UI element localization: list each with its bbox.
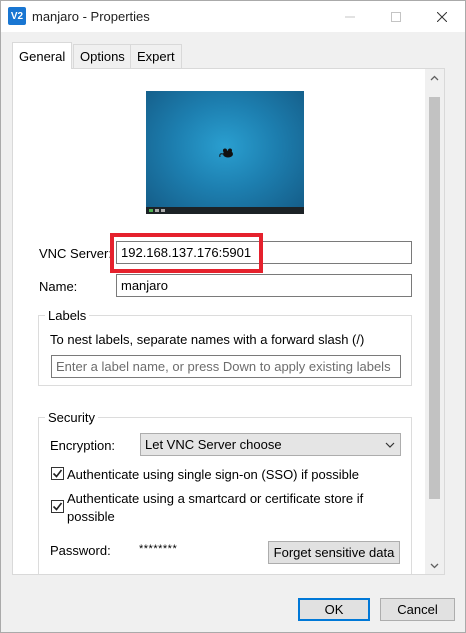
window-title: manjaro - Properties: [32, 9, 150, 24]
scroll-thumb[interactable]: [429, 97, 440, 499]
minimize-icon: [345, 16, 355, 17]
close-button[interactable]: [419, 1, 465, 32]
maximize-icon: [391, 11, 401, 22]
properties-window: V2 manjaro - Properties General Options …: [0, 0, 466, 633]
smartcard-checkbox-label-cont[interactable]: possible: [67, 509, 115, 524]
tab-expert[interactable]: Expert: [130, 44, 182, 68]
maximize-button[interactable]: [373, 1, 419, 32]
labels-group-title: Labels: [45, 308, 90, 323]
ok-button[interactable]: OK: [298, 598, 370, 621]
vnc-viewer-app-icon: V2: [8, 7, 26, 25]
sso-checkbox-label[interactable]: Authenticate using single sign-on (SSO) …: [67, 467, 359, 482]
tab-general[interactable]: General: [12, 42, 73, 69]
vnc-server-label: VNC Server:: [39, 246, 112, 261]
vertical-scrollbar[interactable]: [425, 69, 444, 574]
general-tab-panel: VNC Server: Name: Labels To nest labels,…: [12, 68, 445, 575]
checkmark-icon: [52, 469, 63, 478]
name-label: Name:: [39, 279, 78, 294]
general-scroll-content: VNC Server: Name: Labels To nest labels,…: [13, 69, 424, 574]
cancel-button[interactable]: Cancel: [380, 598, 455, 621]
desktop-preview-thumbnail: [146, 91, 304, 214]
chevron-down-icon: [385, 442, 395, 448]
encryption-label: Encryption:: [50, 438, 116, 453]
close-icon: [437, 11, 447, 22]
label-name-input[interactable]: [51, 355, 401, 378]
password-value: ********: [139, 543, 178, 555]
smartcard-checkbox[interactable]: [51, 500, 64, 513]
minimize-button[interactable]: [327, 1, 373, 32]
labels-group: Labels To nest labels, separate names wi…: [38, 308, 412, 386]
scroll-up-icon: [430, 75, 439, 80]
scroll-down-button[interactable]: [425, 557, 444, 574]
preview-taskbar: [146, 207, 304, 214]
vnc-server-input[interactable]: [116, 241, 412, 264]
name-input[interactable]: [116, 274, 412, 297]
encryption-selected-value: Let VNC Server choose: [145, 437, 282, 452]
mouse-logo-icon: [219, 148, 233, 158]
labels-hint-text: To nest labels, separate names with a fo…: [50, 332, 365, 347]
password-label: Password:: [50, 543, 111, 558]
scroll-down-icon: [430, 563, 439, 568]
encryption-select[interactable]: Let VNC Server choose: [140, 433, 401, 456]
title-bar: V2 manjaro - Properties: [1, 1, 465, 32]
security-group-title: Security: [45, 410, 98, 425]
smartcard-checkbox-label[interactable]: Authenticate using a smartcard or certif…: [67, 491, 363, 506]
scroll-up-button[interactable]: [425, 69, 444, 86]
sso-checkbox[interactable]: [51, 467, 64, 480]
forget-sensitive-data-button[interactable]: Forget sensitive data: [268, 541, 400, 564]
tab-options[interactable]: Options: [73, 44, 132, 68]
checkmark-icon: [52, 502, 63, 511]
